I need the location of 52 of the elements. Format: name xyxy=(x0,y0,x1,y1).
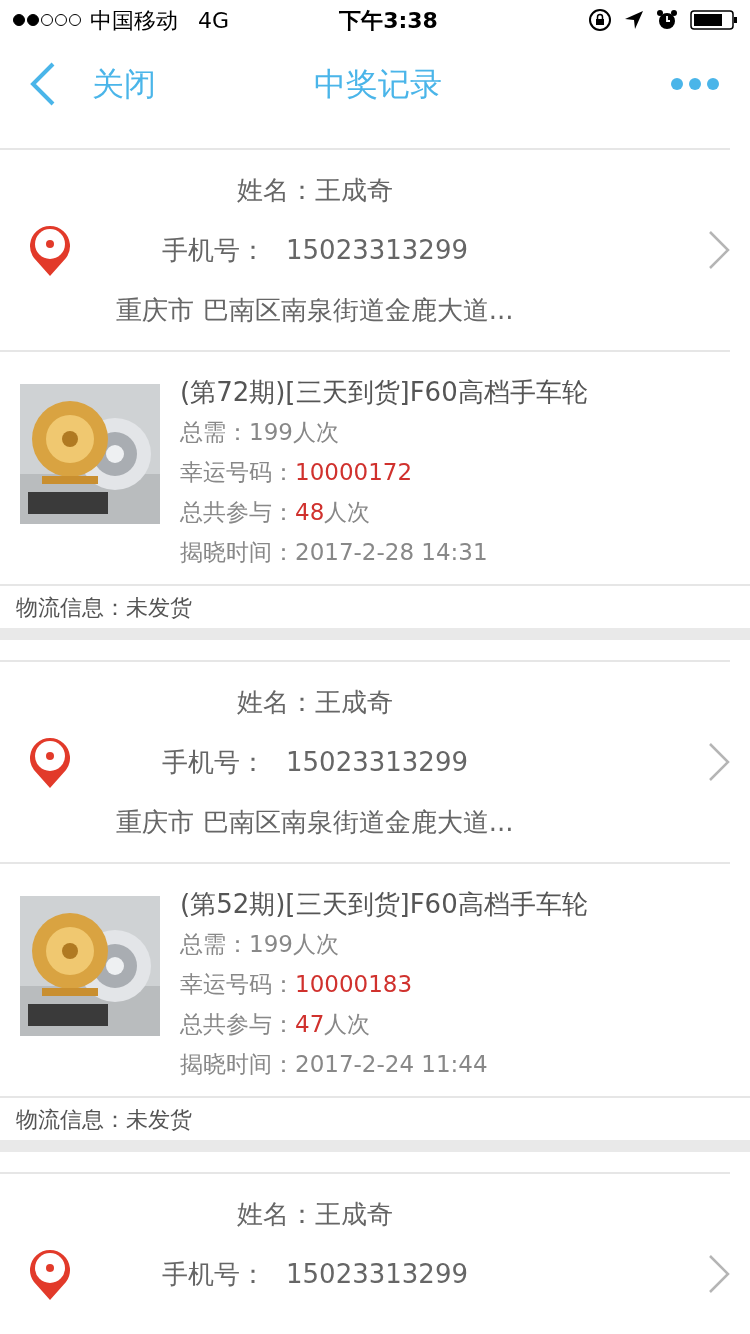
page-title: 中奖记录 xyxy=(314,64,442,105)
phone-value: 15023313299 xyxy=(286,746,468,779)
participation-count: 47 xyxy=(295,1010,325,1039)
battery-icon xyxy=(690,10,738,30)
participation-unit: 人次 xyxy=(324,1010,371,1039)
phone-label: 手机号： xyxy=(162,1258,266,1291)
total-value: 199人次 xyxy=(249,930,339,959)
phone-label: 手机号： xyxy=(162,234,266,267)
logistics-status: 未发货 xyxy=(126,1105,192,1134)
back-chevron-icon xyxy=(30,62,56,106)
location-arrow-icon xyxy=(624,10,644,30)
status-time: 下午3:38 xyxy=(339,6,438,35)
chevron-right-icon[interactable] xyxy=(708,230,730,270)
logistics-label: 物流信息： xyxy=(16,1105,126,1134)
network-type: 4G xyxy=(198,6,230,35)
total-value: 199人次 xyxy=(249,418,339,447)
signal-strength-icon xyxy=(12,13,82,27)
total-label: 总需： xyxy=(180,418,249,447)
name-value: 王成奇 xyxy=(315,174,393,207)
participation-label: 总共参与： xyxy=(180,1010,295,1039)
product-title[interactable]: (第72期)[三天到货]F60高档手车轮 xyxy=(180,372,588,412)
rotation-lock-icon xyxy=(588,8,612,32)
participation-label: 总共参与： xyxy=(180,498,295,527)
name-label: 姓名： xyxy=(237,1198,315,1231)
logistics-label: 物流信息： xyxy=(16,593,126,622)
logistics-status: 未发货 xyxy=(126,593,192,622)
phone-label: 手机号： xyxy=(162,746,266,779)
reveal-time-value: 2017-2-28 14:31 xyxy=(295,538,488,567)
name-value: 王成奇 xyxy=(315,686,393,719)
reveal-time-label: 揭晓时间： xyxy=(180,1050,295,1079)
chevron-right-icon[interactable] xyxy=(708,742,730,782)
alarm-clock-icon xyxy=(656,9,678,31)
carrier-name: 中国移动 xyxy=(90,6,178,35)
name-label: 姓名： xyxy=(237,686,315,719)
lucky-number-value: 10000172 xyxy=(295,458,413,487)
reveal-time-label: 揭晓时间： xyxy=(180,538,295,567)
participation-count: 48 xyxy=(295,498,325,527)
chevron-right-icon[interactable] xyxy=(708,1254,730,1294)
reveal-time-value: 2017-2-24 11:44 xyxy=(295,1050,488,1079)
address-text: 重庆市 巴南区南泉街道金鹿大道... xyxy=(116,294,514,327)
phone-value: 15023313299 xyxy=(286,234,468,267)
lucky-number-value: 10000183 xyxy=(295,970,413,999)
lucky-number-label: 幸运号码： xyxy=(180,458,295,487)
phone-value: 15023313299 xyxy=(286,1258,468,1291)
more-options-icon[interactable] xyxy=(670,77,720,91)
participation-unit: 人次 xyxy=(324,498,371,527)
name-value: 王成奇 xyxy=(315,1198,393,1231)
lucky-number-label: 幸运号码： xyxy=(180,970,295,999)
total-label: 总需： xyxy=(180,930,249,959)
name-label: 姓名： xyxy=(237,174,315,207)
address-text: 重庆市 巴南区南泉街道金鹿大道... xyxy=(116,806,514,839)
product-title[interactable]: (第52期)[三天到货]F60高档手车轮 xyxy=(180,884,588,924)
